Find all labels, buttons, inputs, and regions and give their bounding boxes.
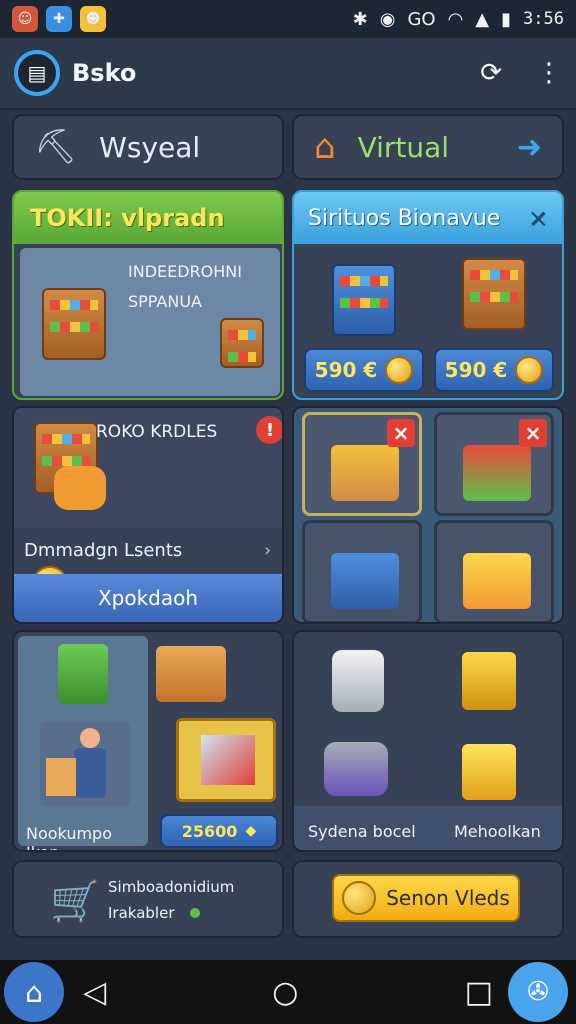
tab-virtual[interactable]: ⌂ Virtual ➜	[292, 114, 564, 180]
notification-app-icon: ✚	[46, 6, 72, 32]
shopping-cart-icon: 🛒	[50, 879, 100, 925]
juice-carton-icon	[463, 553, 531, 609]
cart-text-2: Irakabler	[108, 904, 175, 922]
coin-icon	[385, 356, 414, 384]
items-right-panel: Sydena bocel Mehoolkan	[292, 630, 564, 852]
green-box-icon	[58, 644, 108, 704]
inventory-slot[interactable]	[302, 520, 422, 622]
arrow-icon[interactable]: ➜	[517, 130, 542, 165]
buy-button-2[interactable]: 590 €	[434, 348, 554, 392]
inventory-slot[interactable]	[434, 520, 554, 622]
gold-box-icon[interactable]	[462, 744, 516, 800]
coin-icon	[515, 356, 544, 384]
alert-badge[interactable]: !	[256, 416, 282, 444]
tab-label: Wsyeal	[99, 130, 201, 164]
house-icon: ⌂	[314, 127, 336, 167]
remove-icon[interactable]: ×	[519, 419, 547, 447]
display-case-icon	[332, 264, 396, 336]
app-title: Bsko	[72, 59, 137, 87]
network-label: GO	[407, 8, 436, 30]
notification-app-icon: ☻	[80, 6, 106, 32]
price-label: 590 €	[314, 358, 378, 382]
refresh-icon[interactable]: ⟳	[480, 58, 502, 88]
close-icon[interactable]: ×	[528, 204, 548, 232]
quest-scene: ROKO KRDLES !	[14, 408, 282, 528]
recents-icon[interactable]: □	[465, 975, 493, 1010]
crate-icon	[220, 318, 264, 368]
inventory-slot[interactable]: ×	[434, 412, 554, 516]
wifi-icon: ◠	[447, 8, 464, 30]
shop-panel: Sirituos Bionavue × 590 € 590 €	[292, 190, 564, 400]
anvil-icon: ⛏	[34, 127, 78, 167]
claim-button[interactable]: Senon Vleds	[332, 874, 520, 922]
shop-header: Sirituos Bionavue ×	[294, 192, 562, 244]
gold-crate-icon[interactable]	[462, 652, 516, 710]
promo-panel: TOKII: vlpradn INDEEDROHNI SPPANUA	[12, 190, 284, 400]
shop-title: Sirituos Bionavue	[308, 205, 501, 231]
coin-stack-icon	[342, 881, 377, 915]
promo-line-1: INDEEDROHNI	[128, 262, 242, 281]
worker-label: Nookumpo Ikon	[26, 824, 112, 850]
home-circle-icon[interactable]: ○	[272, 975, 298, 1010]
shelf-icon	[42, 288, 106, 360]
promo-title: TOKII: vlpradn	[14, 192, 282, 244]
promo-line-2: SPPANUA	[128, 292, 202, 311]
quest-row-label[interactable]: Dmmadgn Lsents	[24, 540, 182, 561]
price-label: 590 €	[444, 358, 508, 382]
status-bar: ☺ ✚ ☻ ✱ ◉ GO ◠ ▲ ▮ 3:56	[0, 0, 576, 38]
battery-icon: ▮	[501, 8, 512, 30]
back-icon[interactable]: ◁	[83, 975, 106, 1010]
promo-scene: INDEEDROHNI SPPANUA	[20, 248, 280, 396]
quest-panel: ROKO KRDLES ! Dmmadgn Lsents › Xpokdaoh	[12, 406, 284, 624]
price-value: 25600	[181, 821, 238, 841]
quest-button[interactable]: Xpokdaoh	[14, 574, 282, 622]
items-left-panel: Nookumpo Ikon 25600 ◆	[12, 630, 284, 852]
alarm-icon: ◉	[379, 8, 396, 30]
item-label-1: Sydena bocel	[308, 822, 416, 841]
tab-wsyeal[interactable]: ⛏ Wsyeal	[12, 114, 284, 180]
produce-stand-icon	[463, 445, 531, 501]
worker-card[interactable]: Nookumpo Ikon	[18, 636, 148, 850]
rocket-item-card[interactable]	[176, 718, 276, 802]
remove-icon[interactable]: ×	[387, 419, 415, 447]
sparkle-icon: ◆	[245, 823, 257, 839]
purple-tin-icon[interactable]	[324, 742, 388, 796]
home-icon[interactable]: ⌂	[4, 962, 64, 1022]
quest-title: ROKO KRDLES	[96, 422, 218, 442]
share-icon[interactable]: ✇	[508, 962, 568, 1022]
silver-can-icon[interactable]	[332, 650, 384, 712]
more-menu-icon[interactable]: ⋮	[536, 58, 562, 88]
item-label-2: Mehoolkan	[454, 822, 541, 841]
system-nav-bar: ◁ ○ □	[0, 960, 576, 1024]
cart-panel[interactable]: 🛒 Simboadonidium Irakabler	[12, 860, 284, 938]
claim-panel: Senon Vleds	[292, 860, 564, 938]
claim-label: Senon Vleds	[386, 886, 510, 910]
chevron-right-icon[interactable]: ›	[264, 540, 271, 561]
signal-icon: ▲	[475, 8, 490, 30]
bluetooth-icon: ✱	[352, 8, 368, 30]
notification-app-icon: ☺	[12, 6, 38, 32]
buy-button-1[interactable]: 590 €	[304, 348, 424, 392]
cardboard-box-icon	[156, 646, 226, 702]
worker-icon	[40, 722, 130, 806]
tab-label: Virtual	[357, 130, 450, 164]
inventory-grid: × ×	[292, 406, 564, 624]
cart-text-1: Simboadonidium	[108, 878, 235, 896]
clock: 3:56	[523, 9, 564, 29]
crate-icon	[331, 445, 399, 501]
vending-machine-icon	[331, 553, 399, 609]
online-dot-icon	[190, 908, 200, 918]
inventory-slot[interactable]: ×	[302, 412, 422, 516]
market-stall-icon	[462, 258, 526, 330]
goods-sack-icon	[54, 466, 106, 510]
app-logo-icon[interactable]: ▤	[14, 50, 60, 96]
item-price[interactable]: 25600 ◆	[160, 814, 278, 848]
app-bar: ▤ Bsko ⟳ ⋮	[0, 38, 576, 110]
